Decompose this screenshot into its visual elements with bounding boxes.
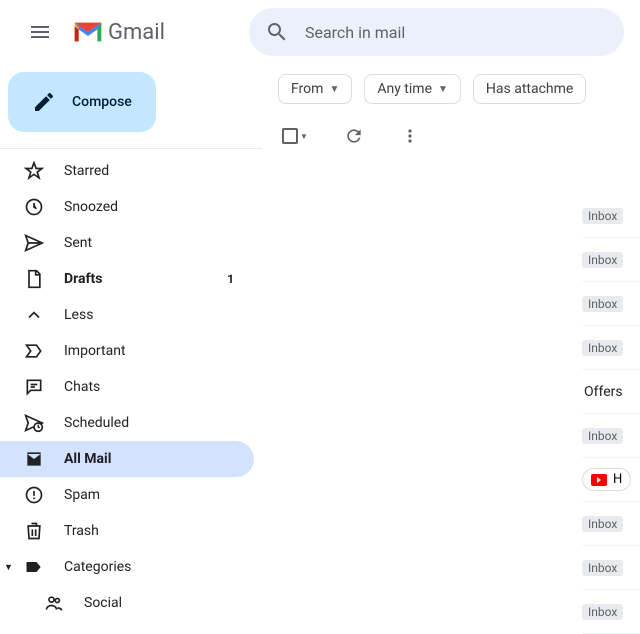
offers-label: Offers xyxy=(584,384,623,400)
sidebar-item-snoozed[interactable]: Snoozed xyxy=(0,189,254,225)
content-area: From ▼ Any time ▼ Has attachme ▼ Inbox Inbox… xyxy=(262,64,640,624)
chevron-down-icon: ▼ xyxy=(300,132,308,141)
sidebar-item-label: All Mail xyxy=(64,451,111,467)
spam-icon xyxy=(24,485,44,505)
gmail-m-icon xyxy=(72,20,104,44)
sidebar-item-label: Scheduled xyxy=(64,415,129,431)
mail-row[interactable]: Inbox xyxy=(582,590,640,634)
sidebar-item-label: Categories xyxy=(64,559,131,575)
compose-label: Compose xyxy=(72,94,132,110)
filter-chip-has-attachme[interactable]: Has attachme xyxy=(473,74,586,104)
inbox-tag: Inbox xyxy=(582,340,623,356)
main: Compose Starred Snoozed Sent Drafts 1 Less Imp… xyxy=(0,64,640,624)
sidebar-item-drafts[interactable]: Drafts 1 xyxy=(0,261,254,297)
filter-chips: From ▼ Any time ▼ Has attachme xyxy=(262,64,640,114)
mail-row[interactable]: Inbox xyxy=(582,502,640,546)
caret-down-icon: ▼ xyxy=(4,562,13,573)
tag-icon xyxy=(24,557,44,577)
chip-label: From xyxy=(291,81,323,97)
inbox-tag: Inbox xyxy=(582,208,623,224)
refresh-button[interactable] xyxy=(344,126,364,146)
people-icon xyxy=(44,593,64,613)
sidebar-item-all-mail[interactable]: All Mail xyxy=(0,441,254,477)
sidebar-item-scheduled[interactable]: Scheduled xyxy=(0,405,254,441)
chevron-down-icon: ▼ xyxy=(438,84,448,95)
sidebar-item-label: Important xyxy=(64,343,126,359)
header: Gmail xyxy=(0,0,640,64)
file-icon xyxy=(24,269,44,289)
search-bar[interactable] xyxy=(249,8,624,56)
chip-label: Has attachme xyxy=(486,81,573,97)
mail-toolbar: ▼ xyxy=(262,114,640,159)
pencil-icon xyxy=(32,90,56,114)
mail-row-youtube[interactable]: H xyxy=(582,458,640,502)
nav-list: Starred Snoozed Sent Drafts 1 Less Important Ch… xyxy=(0,148,262,621)
sidebar-item-label: Drafts xyxy=(64,271,102,287)
inbox-tag: Inbox xyxy=(582,604,623,620)
sidebar-item-label: Starred xyxy=(64,163,109,179)
sidebar-item-label: Trash xyxy=(64,523,99,539)
select-all-checkbox[interactable]: ▼ xyxy=(282,128,308,144)
search-input[interactable] xyxy=(305,23,608,42)
sidebar: Compose Starred Snoozed Sent Drafts 1 Less Imp… xyxy=(0,64,262,624)
inbox-tag: Inbox xyxy=(582,296,623,312)
inbox-tag: Inbox xyxy=(582,252,623,268)
sidebar-item-chats[interactable]: Chats xyxy=(0,369,254,405)
search-icon xyxy=(265,20,289,44)
inbox-tag: Inbox xyxy=(582,428,623,444)
mail-row[interactable]: Inbox xyxy=(582,238,640,282)
checkbox-icon xyxy=(282,128,298,144)
trash-icon xyxy=(24,521,44,541)
chat-icon xyxy=(24,377,44,397)
sidebar-item-sent[interactable]: Sent xyxy=(0,225,254,261)
inbox-tag: Inbox xyxy=(582,516,623,532)
mail-row[interactable]: Inbox xyxy=(582,282,640,326)
sidebar-item-starred[interactable]: Starred xyxy=(0,153,254,189)
main-menu-button[interactable] xyxy=(16,8,64,56)
gmail-logo[interactable]: Gmail xyxy=(72,20,165,45)
filter-chip-from[interactable]: From ▼ xyxy=(278,74,352,104)
mail-row[interactable]: Inbox xyxy=(582,194,640,238)
sidebar-item-social[interactable]: Social xyxy=(0,585,254,621)
star-icon xyxy=(24,161,44,181)
send-icon xyxy=(24,233,44,253)
inbox-tag: Inbox xyxy=(582,560,623,576)
mail-row[interactable]: Inbox xyxy=(582,546,640,590)
youtube-icon xyxy=(591,474,607,486)
sidebar-item-label: Chats xyxy=(64,379,100,395)
mail-list: Inbox Inbox Inbox Inbox Offers Inbox H I… xyxy=(582,194,640,634)
sidebar-item-less[interactable]: Less xyxy=(0,297,254,333)
sidebar-item-label: Sent xyxy=(64,235,92,251)
sidebar-item-important[interactable]: Important xyxy=(0,333,254,369)
hamburger-icon xyxy=(28,20,52,44)
clock-icon xyxy=(24,197,44,217)
sidebar-item-spam[interactable]: Spam xyxy=(0,477,254,513)
sidebar-item-label: Spam xyxy=(64,487,100,503)
more-button[interactable] xyxy=(400,126,420,146)
chevron-up-icon xyxy=(24,305,44,325)
sidebar-item-categories[interactable]: ▼ Categories xyxy=(0,549,254,585)
compose-button[interactable]: Compose xyxy=(8,72,156,132)
count-badge: 1 xyxy=(227,272,234,286)
sidebar-item-label: Snoozed xyxy=(64,199,118,215)
chip-label: Any time xyxy=(377,81,432,97)
gmail-wordmark: Gmail xyxy=(108,20,165,45)
sidebar-item-trash[interactable]: Trash xyxy=(0,513,254,549)
filter-chip-any-time[interactable]: Any time ▼ xyxy=(364,74,461,104)
important-icon xyxy=(24,341,44,361)
chevron-down-icon: ▼ xyxy=(329,84,339,95)
mail-row[interactable]: Inbox xyxy=(582,326,640,370)
youtube-chip: H xyxy=(582,468,631,491)
scheduled-icon xyxy=(24,413,44,433)
sidebar-item-label: Less xyxy=(64,307,93,323)
mail-row-offers[interactable]: Offers xyxy=(582,370,640,414)
mail-row[interactable]: Inbox xyxy=(582,414,640,458)
mail-icon xyxy=(24,449,44,469)
sidebar-item-label: Social xyxy=(84,595,122,611)
